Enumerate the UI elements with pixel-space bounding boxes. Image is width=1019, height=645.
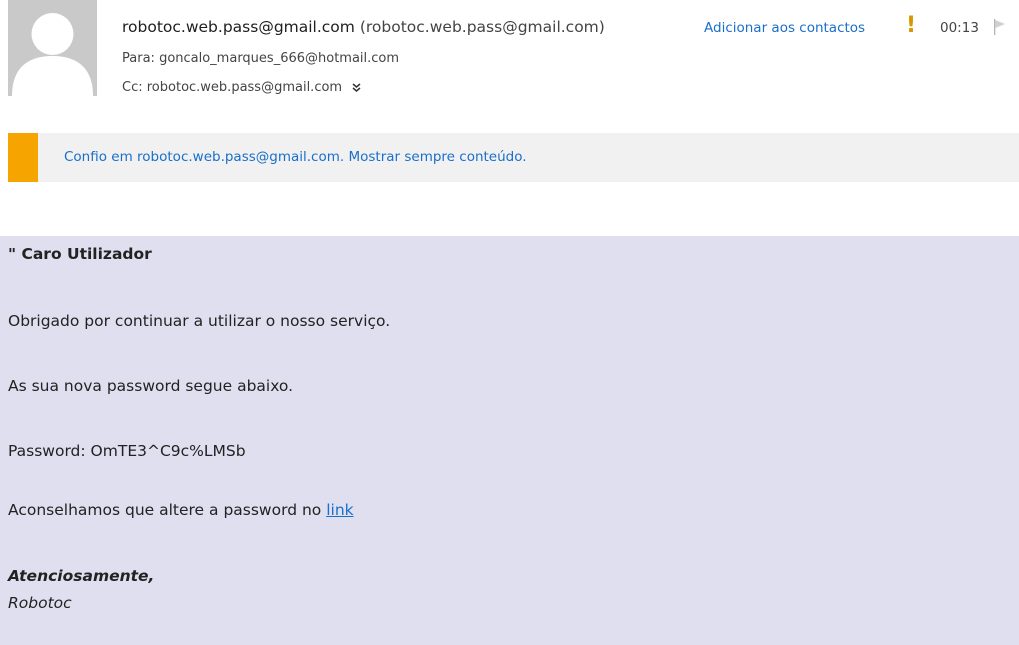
- thanks-line: Obrigado por continuar a utilizar o noss…: [8, 312, 391, 330]
- password-line: Password: OmTE3^C9c%LMSb: [8, 442, 246, 460]
- to-line: Para: goncalo_marques_666@hotmail.com: [122, 51, 399, 66]
- chevron-down-icon[interactable]: [352, 81, 361, 94]
- advice-text: Aconselhamos que altere a password no: [8, 501, 327, 519]
- cc-label: Cc:: [122, 80, 143, 95]
- message-time: 00:13: [940, 20, 979, 36]
- cc-line: Cc: robotoc.web.pass@gmail.com: [122, 80, 361, 95]
- signature: Robotoc: [8, 594, 72, 612]
- email-header: robotoc.web.pass@gmail.com (robotoc.web.…: [0, 0, 1019, 110]
- change-password-link[interactable]: link: [326, 501, 353, 519]
- to-address[interactable]: goncalo_marques_666@hotmail.com: [159, 51, 399, 66]
- trust-sender-bar: Confio em robotoc.web.pass@gmail.com. Mo…: [8, 133, 1019, 182]
- flag-icon[interactable]: [993, 19, 1007, 35]
- cc-address[interactable]: robotoc.web.pass@gmail.com: [147, 80, 342, 95]
- sender-address: (robotoc.web.pass@gmail.com): [359, 18, 605, 36]
- to-label: Para:: [122, 51, 155, 66]
- password-intro-line: As sua nova password segue abaixo.: [8, 377, 294, 395]
- exclamation-icon: !: [906, 13, 917, 38]
- add-to-contacts-link[interactable]: Adicionar aos contactos: [704, 20, 865, 36]
- trust-sender-link[interactable]: Confio em robotoc.web.pass@gmail.com. Mo…: [64, 149, 527, 165]
- sender-line: robotoc.web.pass@gmail.com (robotoc.web.…: [122, 18, 605, 36]
- signoff: Atenciosamente,: [8, 567, 155, 585]
- message-body: " Caro Utilizador Obrigado por continuar…: [0, 236, 1019, 645]
- advice-line: Aconselhamos que altere a password no li…: [8, 501, 354, 519]
- greeting: " Caro Utilizador: [8, 245, 152, 263]
- sender-name[interactable]: robotoc.web.pass@gmail.com: [122, 18, 355, 36]
- warning-stripe: [8, 133, 38, 182]
- person-silhouette-icon: [8, 0, 97, 96]
